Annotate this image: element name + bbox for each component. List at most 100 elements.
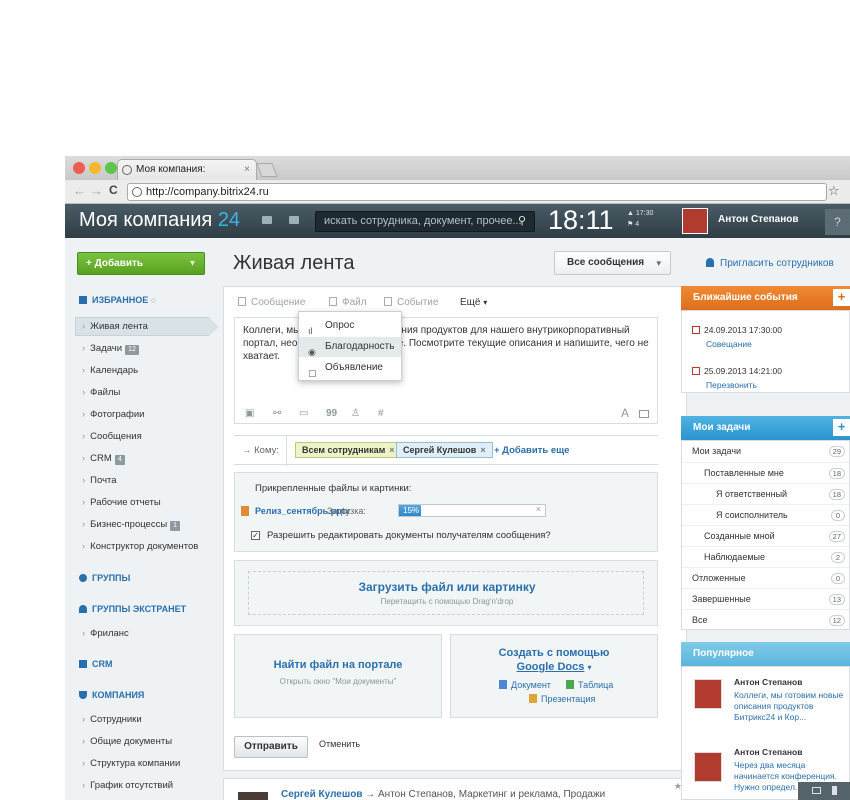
section-crm[interactable]: CRM: [79, 659, 113, 669]
sidebar-item-crm[interactable]: CRM4: [82, 453, 125, 465]
user-name[interactable]: Антон Степанов: [718, 214, 799, 225]
new-tab-button[interactable]: [256, 163, 278, 177]
tab-close-icon[interactable]: ×: [244, 160, 250, 180]
section-groups[interactable]: ГРУППЫ: [79, 573, 130, 583]
recipient-chip[interactable]: Всем сотрудникам ×: [295, 442, 402, 458]
task-filter-responsible[interactable]: Я ответственный 18: [682, 483, 849, 504]
section-extranet[interactable]: ГРУППЫ ЭКСТРАНЕТ: [79, 604, 186, 614]
invite-employees-link[interactable]: Пригласить сотрудников: [706, 258, 834, 269]
find-file-link[interactable]: Найти файл на портале: [235, 659, 441, 671]
event-link[interactable]: Совещание: [706, 339, 752, 349]
task-filter-assigned[interactable]: Поставленные мне 18: [682, 462, 849, 483]
sidebar-item-structure[interactable]: Структура компании: [82, 758, 180, 769]
sidebar-item-feed[interactable]: Живая лента: [82, 321, 148, 332]
google-docs-link[interactable]: Google Docs: [517, 661, 585, 673]
sidebar-item-files[interactable]: Файлы: [82, 387, 120, 398]
sidebar-item-doc-builder[interactable]: Конструктор документов: [82, 541, 198, 552]
close-icon[interactable]: ×: [389, 445, 394, 455]
bookmark-star-icon[interactable]: ☆: [828, 183, 840, 199]
create-table-link[interactable]: Таблица: [566, 680, 613, 690]
menu-item-gratitude[interactable]: ◉ Благодарность: [299, 337, 401, 357]
text-format-icon[interactable]: A: [621, 406, 629, 420]
sidebar-item-photos[interactable]: Фотографии: [82, 409, 144, 420]
find-file-panel[interactable]: Найти файл на портале Открыть окно "Мои …: [234, 634, 442, 718]
sidebar-item-tasks[interactable]: Задачи12: [82, 343, 139, 355]
event-link[interactable]: Перезвонить: [706, 380, 757, 390]
avatar[interactable]: [238, 792, 268, 800]
mention-icon[interactable]: ♙: [351, 408, 360, 419]
avatar[interactable]: [682, 208, 708, 234]
cancel-upload-icon[interactable]: ×: [536, 504, 541, 514]
post-author-link[interactable]: Сергей Кулешов: [281, 789, 362, 800]
fullscreen-icon[interactable]: [639, 410, 649, 418]
create-document-link[interactable]: Документ: [499, 680, 551, 690]
messages-icon[interactable]: [262, 216, 272, 224]
popular-author[interactable]: Антон Степанов: [734, 677, 802, 687]
search-icon[interactable]: ⚲: [518, 212, 526, 231]
tab-more[interactable]: Ещё ▾: [460, 297, 487, 308]
recipient-chip[interactable]: Сергей Кулешов ×: [396, 442, 493, 458]
task-filter-all[interactable]: Все 12: [682, 609, 849, 630]
tab-event[interactable]: Событие: [384, 297, 438, 308]
tab-message[interactable]: Сообщение: [238, 297, 305, 308]
video-icon[interactable]: ▭: [299, 408, 308, 419]
search-input[interactable]: искать сотрудника, документ, прочее... ⚲: [315, 211, 535, 232]
info-icon[interactable]: [832, 786, 837, 795]
allow-edit-checkbox[interactable]: ✓: [251, 531, 260, 540]
menu-item-poll[interactable]: ıl Опрос: [299, 316, 401, 336]
recipients-field[interactable]: Всем сотрудникам × Сергей Кулешов × + Доба…: [286, 436, 658, 466]
sidebar-item-shared-docs[interactable]: Общие документы: [82, 736, 172, 747]
upload-dropzone[interactable]: Загрузить файл или картинку Перетащить с…: [234, 560, 658, 626]
chat-toolbar[interactable]: [798, 782, 850, 800]
sidebar-item-messages[interactable]: Сообщения: [82, 431, 142, 442]
create-presentation-link[interactable]: Презентация: [529, 694, 595, 704]
chat-icon[interactable]: [812, 787, 821, 794]
section-company[interactable]: КОМПАНИЯ: [79, 690, 144, 700]
feed-filter-select[interactable]: Все сообщения ▾: [554, 251, 671, 275]
upload-title-link[interactable]: Загрузить файл или картинку: [249, 580, 645, 594]
quote-icon[interactable]: 99: [326, 408, 337, 419]
avatar[interactable]: [694, 752, 722, 782]
close-icon[interactable]: ×: [480, 445, 485, 455]
section-favorites[interactable]: ИЗБРАННОЕ ○: [79, 295, 156, 305]
task-filter-deferred[interactable]: Отложенные 0: [682, 567, 849, 588]
menu-item-announcement[interactable]: ▢ Объявление: [299, 358, 401, 378]
clock-time[interactable]: 18:11: [548, 205, 614, 236]
browser-tab[interactable]: Моя компания: Битрикс24 ×: [117, 159, 257, 195]
popular-author[interactable]: Антон Степанов: [734, 747, 802, 757]
task-filter-created[interactable]: Созданные мной 27: [682, 525, 849, 546]
sidebar-item-freelance[interactable]: Фриланс: [82, 628, 129, 639]
forward-icon[interactable]: →: [90, 183, 103, 198]
task-filter-completed[interactable]: Завершенные 13: [682, 588, 849, 609]
zoom-window-button[interactable]: [105, 162, 117, 174]
task-filter-coexecutor[interactable]: Я соисполнитель 0: [682, 504, 849, 525]
sidebar-item-reports[interactable]: Рабочие отчеты: [82, 497, 161, 508]
sidebar-item-bizproc[interactable]: Бизнес-процессы1: [82, 519, 181, 531]
sidebar-item-calendar[interactable]: Календарь: [82, 365, 138, 376]
sidebar-item-employees[interactable]: Сотрудники: [82, 714, 141, 725]
popular-post-link[interactable]: Коллеги, мы готовим новые описания проду…: [734, 690, 846, 723]
task-filter-watched[interactable]: Наблюдаемые 2: [682, 546, 849, 567]
task-filter-my[interactable]: Мои задачи 29: [682, 441, 849, 462]
image-icon[interactable]: ▣: [245, 408, 254, 419]
add-event-button[interactable]: +: [833, 289, 850, 306]
notifications-icon[interactable]: [289, 216, 299, 224]
tag-icon[interactable]: #: [378, 408, 384, 419]
back-icon[interactable]: ←: [73, 183, 86, 198]
sidebar-item-absence[interactable]: График отсутствий: [82, 780, 173, 791]
avatar[interactable]: [694, 679, 722, 709]
send-button[interactable]: Отправить: [234, 736, 308, 758]
google-docs-menu[interactable]: Google Docs ▾: [451, 661, 657, 673]
sidebar-item-mail[interactable]: Почта: [82, 475, 116, 486]
address-bar[interactable]: http://company.bitrix24.ru: [127, 183, 827, 201]
tab-file[interactable]: Файл: [329, 297, 367, 308]
minimize-window-button[interactable]: [89, 162, 101, 174]
add-button[interactable]: + Добавить ▾: [77, 252, 205, 275]
cancel-link[interactable]: Отменить: [319, 739, 360, 749]
add-recipient-link[interactable]: + Добавить еще: [494, 445, 569, 456]
close-window-button[interactable]: [73, 162, 85, 174]
reload-icon[interactable]: C: [109, 183, 118, 197]
add-task-button[interactable]: +: [833, 419, 850, 436]
company-logo[interactable]: Моя компания 24: [79, 209, 240, 232]
link-icon[interactable]: ⚯: [273, 408, 281, 419]
